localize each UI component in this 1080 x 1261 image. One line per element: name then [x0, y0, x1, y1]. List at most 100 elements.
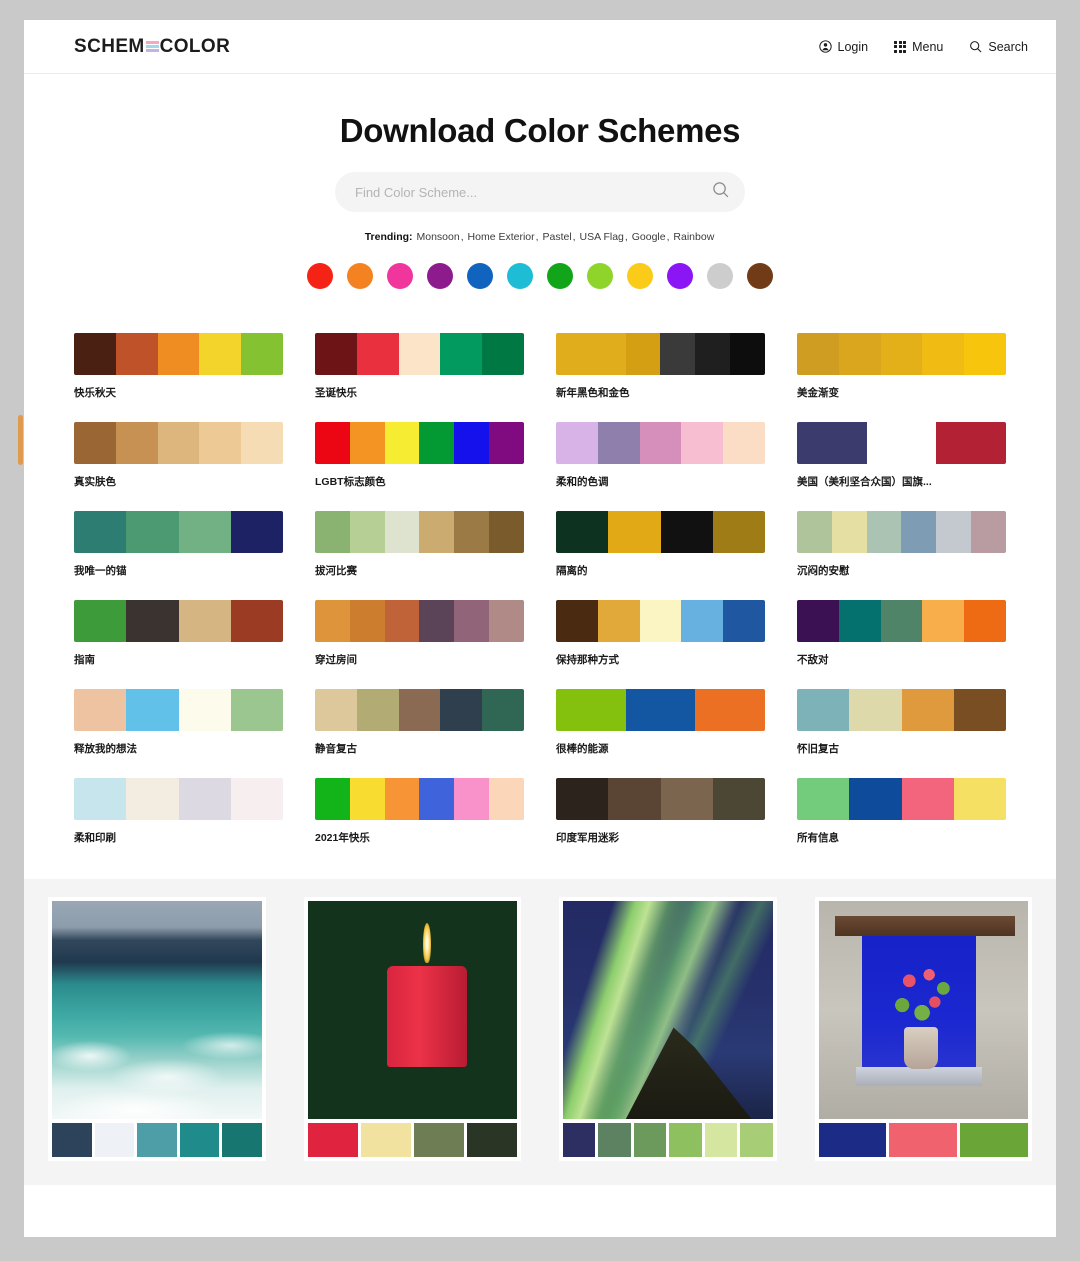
scheme-swatch[interactable]: [681, 600, 724, 642]
scheme-swatch[interactable]: [556, 511, 609, 553]
scheme-swatch[interactable]: [126, 511, 179, 553]
photo-palette-swatch[interactable]: [818, 1123, 887, 1157]
scheme-swatch[interactable]: [695, 689, 765, 731]
scheme-swatch[interactable]: [922, 333, 965, 375]
color-dot-lime[interactable]: [587, 263, 613, 289]
scheme-swatch[interactable]: [556, 600, 598, 642]
scheme-swatch[interactable]: [241, 422, 283, 464]
color-dot-red[interactable]: [307, 263, 333, 289]
scheme-swatch[interactable]: [880, 600, 923, 642]
scheme-swatch-strip[interactable]: [556, 778, 765, 820]
photo-palette-swatch[interactable]: [740, 1123, 773, 1157]
scheme-swatch[interactable]: [489, 600, 524, 642]
scheme-swatch[interactable]: [230, 600, 283, 642]
scheme-swatch[interactable]: [797, 600, 839, 642]
scheme-swatch[interactable]: [880, 333, 923, 375]
scheme-swatch[interactable]: [356, 333, 399, 375]
scheme-swatch[interactable]: [556, 689, 626, 731]
scheme-swatch[interactable]: [398, 689, 441, 731]
scheme-card[interactable]: 隔离的: [556, 511, 765, 578]
scheme-card[interactable]: 拔河比赛: [315, 511, 524, 578]
scheme-swatch[interactable]: [419, 422, 455, 464]
photo-palette-swatch[interactable]: [669, 1123, 702, 1157]
scheme-card[interactable]: 保持那种方式: [556, 600, 765, 667]
scheme-swatch[interactable]: [489, 511, 524, 553]
scheme-swatch[interactable]: [115, 422, 158, 464]
scheme-card[interactable]: LGBT标志颜色: [315, 422, 524, 489]
scheme-swatch[interactable]: [178, 689, 231, 731]
scheme-card[interactable]: 圣诞快乐: [315, 333, 524, 400]
scheme-swatch[interactable]: [454, 422, 490, 464]
scheme-swatch[interactable]: [157, 333, 200, 375]
scheme-swatch[interactable]: [660, 511, 713, 553]
scheme-swatch-strip[interactable]: [315, 422, 524, 464]
scheme-swatch-strip[interactable]: [74, 778, 283, 820]
scheme-swatch-strip[interactable]: [315, 778, 524, 820]
scheme-swatch[interactable]: [315, 422, 350, 464]
scheme-swatch-strip[interactable]: [74, 689, 283, 731]
scheme-swatch[interactable]: [597, 422, 640, 464]
trending-link-usa-flag[interactable]: USA Flag: [580, 231, 624, 243]
scheme-swatch[interactable]: [398, 333, 441, 375]
scheme-card[interactable]: 很棒的能源: [556, 689, 765, 756]
scheme-swatch[interactable]: [489, 778, 524, 820]
scheme-card[interactable]: 怀旧复古: [797, 689, 1006, 756]
photo-palette-swatch[interactable]: [598, 1123, 631, 1157]
scheme-swatch[interactable]: [797, 422, 867, 464]
scheme-swatch[interactable]: [953, 689, 1006, 731]
scheme-swatch-strip[interactable]: [74, 600, 283, 642]
scheme-swatch[interactable]: [230, 511, 283, 553]
scheme-swatch[interactable]: [126, 689, 179, 731]
scheme-swatch[interactable]: [74, 600, 127, 642]
scheme-swatch[interactable]: [556, 422, 598, 464]
photo-palette-swatch[interactable]: [307, 1123, 358, 1157]
scheme-swatch[interactable]: [315, 511, 350, 553]
scheme-swatch[interactable]: [126, 600, 179, 642]
color-dot-green[interactable]: [547, 263, 573, 289]
scheme-swatch-strip[interactable]: [556, 600, 765, 642]
scheme-swatch[interactable]: [608, 778, 661, 820]
scheme-swatch[interactable]: [712, 778, 765, 820]
scheme-swatch-strip[interactable]: [556, 689, 765, 731]
scheme-swatch[interactable]: [639, 422, 682, 464]
scheme-swatch[interactable]: [964, 333, 1006, 375]
color-dot-pink[interactable]: [387, 263, 413, 289]
scheme-swatch[interactable]: [964, 600, 1006, 642]
scheme-swatch[interactable]: [349, 422, 385, 464]
scheme-swatch[interactable]: [625, 689, 696, 731]
photo-palette-swatch[interactable]: [960, 1123, 1028, 1157]
scheme-card[interactable]: 新年黑色和金色: [556, 333, 765, 400]
nav-search-button[interactable]: Search: [969, 40, 1028, 54]
color-dot-orange[interactable]: [347, 263, 373, 289]
nav-login-button[interactable]: Login: [818, 40, 868, 54]
scheme-card[interactable]: 美国（美利坚合众国）国旗...: [797, 422, 1006, 489]
search-submit-icon[interactable]: [712, 181, 729, 203]
scheme-swatch[interactable]: [556, 778, 609, 820]
scheme-swatch[interactable]: [384, 778, 420, 820]
scheme-swatch[interactable]: [454, 600, 490, 642]
color-dot-purple[interactable]: [427, 263, 453, 289]
scheme-swatch[interactable]: [681, 422, 724, 464]
scheme-swatch[interactable]: [971, 511, 1006, 553]
photo-palette-swatch[interactable]: [179, 1123, 219, 1157]
scheme-swatch[interactable]: [590, 333, 626, 375]
scheme-swatch[interactable]: [74, 333, 116, 375]
scheme-swatch[interactable]: [556, 333, 591, 375]
photo-palette-swatch[interactable]: [889, 1123, 958, 1157]
scheme-swatch-strip[interactable]: [797, 600, 1006, 642]
photo-palette-swatch[interactable]: [52, 1123, 92, 1157]
scheme-swatch[interactable]: [230, 778, 283, 820]
scheme-swatch[interactable]: [660, 778, 713, 820]
scheme-swatch[interactable]: [115, 333, 158, 375]
scheme-card[interactable]: 柔和印刷: [74, 778, 283, 845]
scheme-swatch[interactable]: [730, 333, 765, 375]
scheme-swatch[interactable]: [178, 600, 231, 642]
color-dot-brown[interactable]: [747, 263, 773, 289]
scheme-swatch[interactable]: [489, 422, 524, 464]
trending-link-home-exterior[interactable]: Home Exterior: [468, 231, 535, 243]
scheme-swatch[interactable]: [797, 511, 832, 553]
scheme-swatch[interactable]: [349, 778, 385, 820]
scheme-swatch[interactable]: [157, 422, 200, 464]
scheme-swatch[interactable]: [440, 333, 483, 375]
photo-card-red-candle[interactable]: [303, 897, 521, 1161]
